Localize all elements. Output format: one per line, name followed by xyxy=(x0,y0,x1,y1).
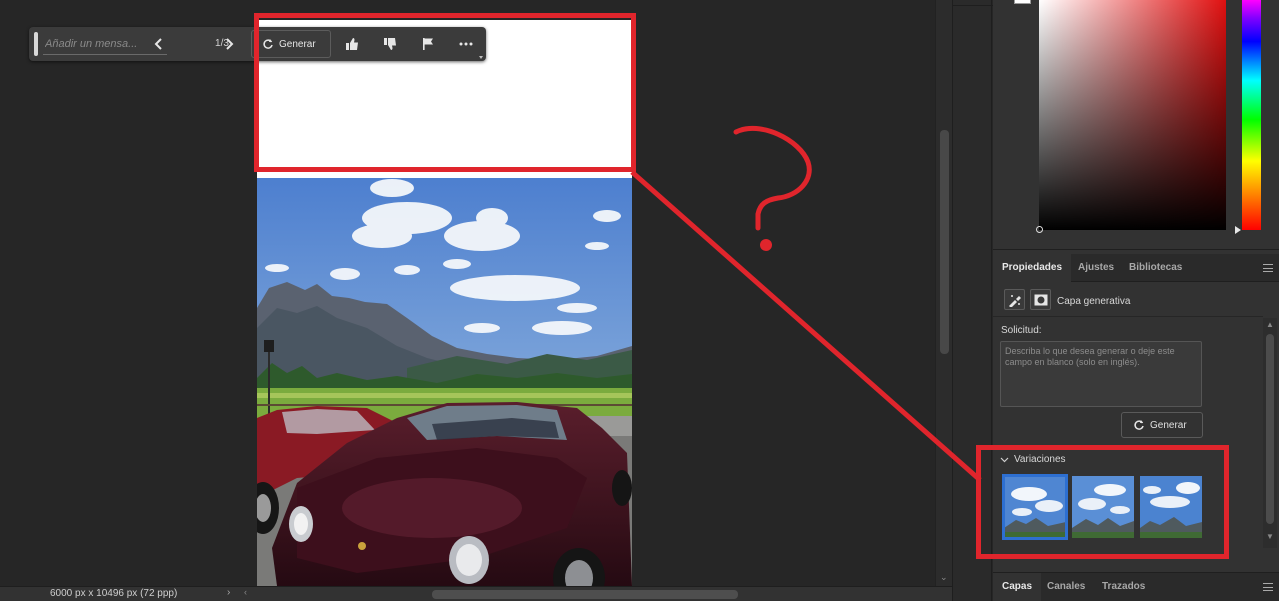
scroll-down-arrow-icon[interactable]: ▼ xyxy=(1266,532,1274,541)
scroll-up-arrow-icon[interactable]: ▲ xyxy=(1266,320,1274,329)
properties-scrollbar[interactable]: ▲ ▼ xyxy=(1263,318,1277,548)
layers-tab-bar: Capas Canales Trazados xyxy=(993,572,1279,601)
hue-slider-marker[interactable] xyxy=(1235,226,1241,234)
chevron-right-icon xyxy=(226,38,234,50)
layer-mask-button[interactable] xyxy=(1030,289,1051,310)
annotation-highlight-blank-area xyxy=(254,13,636,172)
scroll-left-arrow-icon[interactable]: ‹ xyxy=(244,587,247,597)
tab-ajustes[interactable]: Ajustes xyxy=(1069,254,1123,282)
annotation-highlight-variations xyxy=(976,445,1229,559)
generative-fill-icon xyxy=(1008,294,1021,307)
canvas-vertical-scrollbar[interactable]: ⌄ xyxy=(935,0,952,586)
next-variation-button[interactable] xyxy=(221,36,237,52)
panel-generate-button[interactable]: Generar xyxy=(1121,412,1203,438)
tab-bibliotecas[interactable]: Bibliotecas xyxy=(1120,254,1191,282)
mask-icon xyxy=(1034,294,1047,305)
scroll-down-arrow-icon[interactable]: ⌄ xyxy=(940,572,948,583)
document-dimensions: 6000 px x 10496 px (72 ppp) xyxy=(50,588,178,599)
color-picker-panel xyxy=(993,0,1279,250)
dock-header xyxy=(953,0,993,6)
foreground-color-swatch[interactable] xyxy=(1014,0,1031,4)
layer-type-label: Capa generativa xyxy=(1057,296,1131,307)
prompt-message-input[interactable] xyxy=(43,33,167,55)
tab-capas[interactable]: Capas xyxy=(993,573,1042,601)
properties-panel-menu-icon[interactable] xyxy=(1263,264,1273,272)
tab-canales[interactable]: Canales xyxy=(1038,573,1094,601)
panel-generate-label: Generar xyxy=(1150,419,1187,431)
prompt-textarea[interactable] xyxy=(1000,341,1202,407)
hue-slider[interactable] xyxy=(1242,0,1261,230)
previous-variation-button[interactable] xyxy=(151,36,167,52)
status-menu-arrow-icon[interactable]: › xyxy=(227,587,230,598)
generative-layer-button[interactable] xyxy=(1004,289,1025,310)
properties-divider xyxy=(993,316,1263,317)
chevron-left-icon xyxy=(154,38,162,50)
tab-propiedades[interactable]: Propiedades xyxy=(993,254,1072,282)
status-bar: 6000 px x 10496 px (72 ppp) › ‹ xyxy=(0,586,952,601)
vertical-scroll-thumb[interactable] xyxy=(940,130,949,354)
photo-car-mountains xyxy=(257,178,632,586)
tab-trazados[interactable]: Trazados xyxy=(1093,573,1154,601)
properties-tab-bar: Propiedades Ajustes Bibliotecas xyxy=(993,254,1279,282)
taskbar-drag-handle[interactable] xyxy=(34,32,38,56)
prompt-label: Solicitud: xyxy=(1001,325,1042,336)
color-field-marker[interactable] xyxy=(1036,226,1043,233)
horizontal-scroll-thumb[interactable] xyxy=(432,590,738,599)
regenerate-icon xyxy=(1134,420,1144,430)
saturation-brightness-field[interactable] xyxy=(1039,0,1226,230)
layers-panel-menu-icon[interactable] xyxy=(1263,583,1273,591)
properties-scroll-thumb[interactable] xyxy=(1266,334,1274,524)
